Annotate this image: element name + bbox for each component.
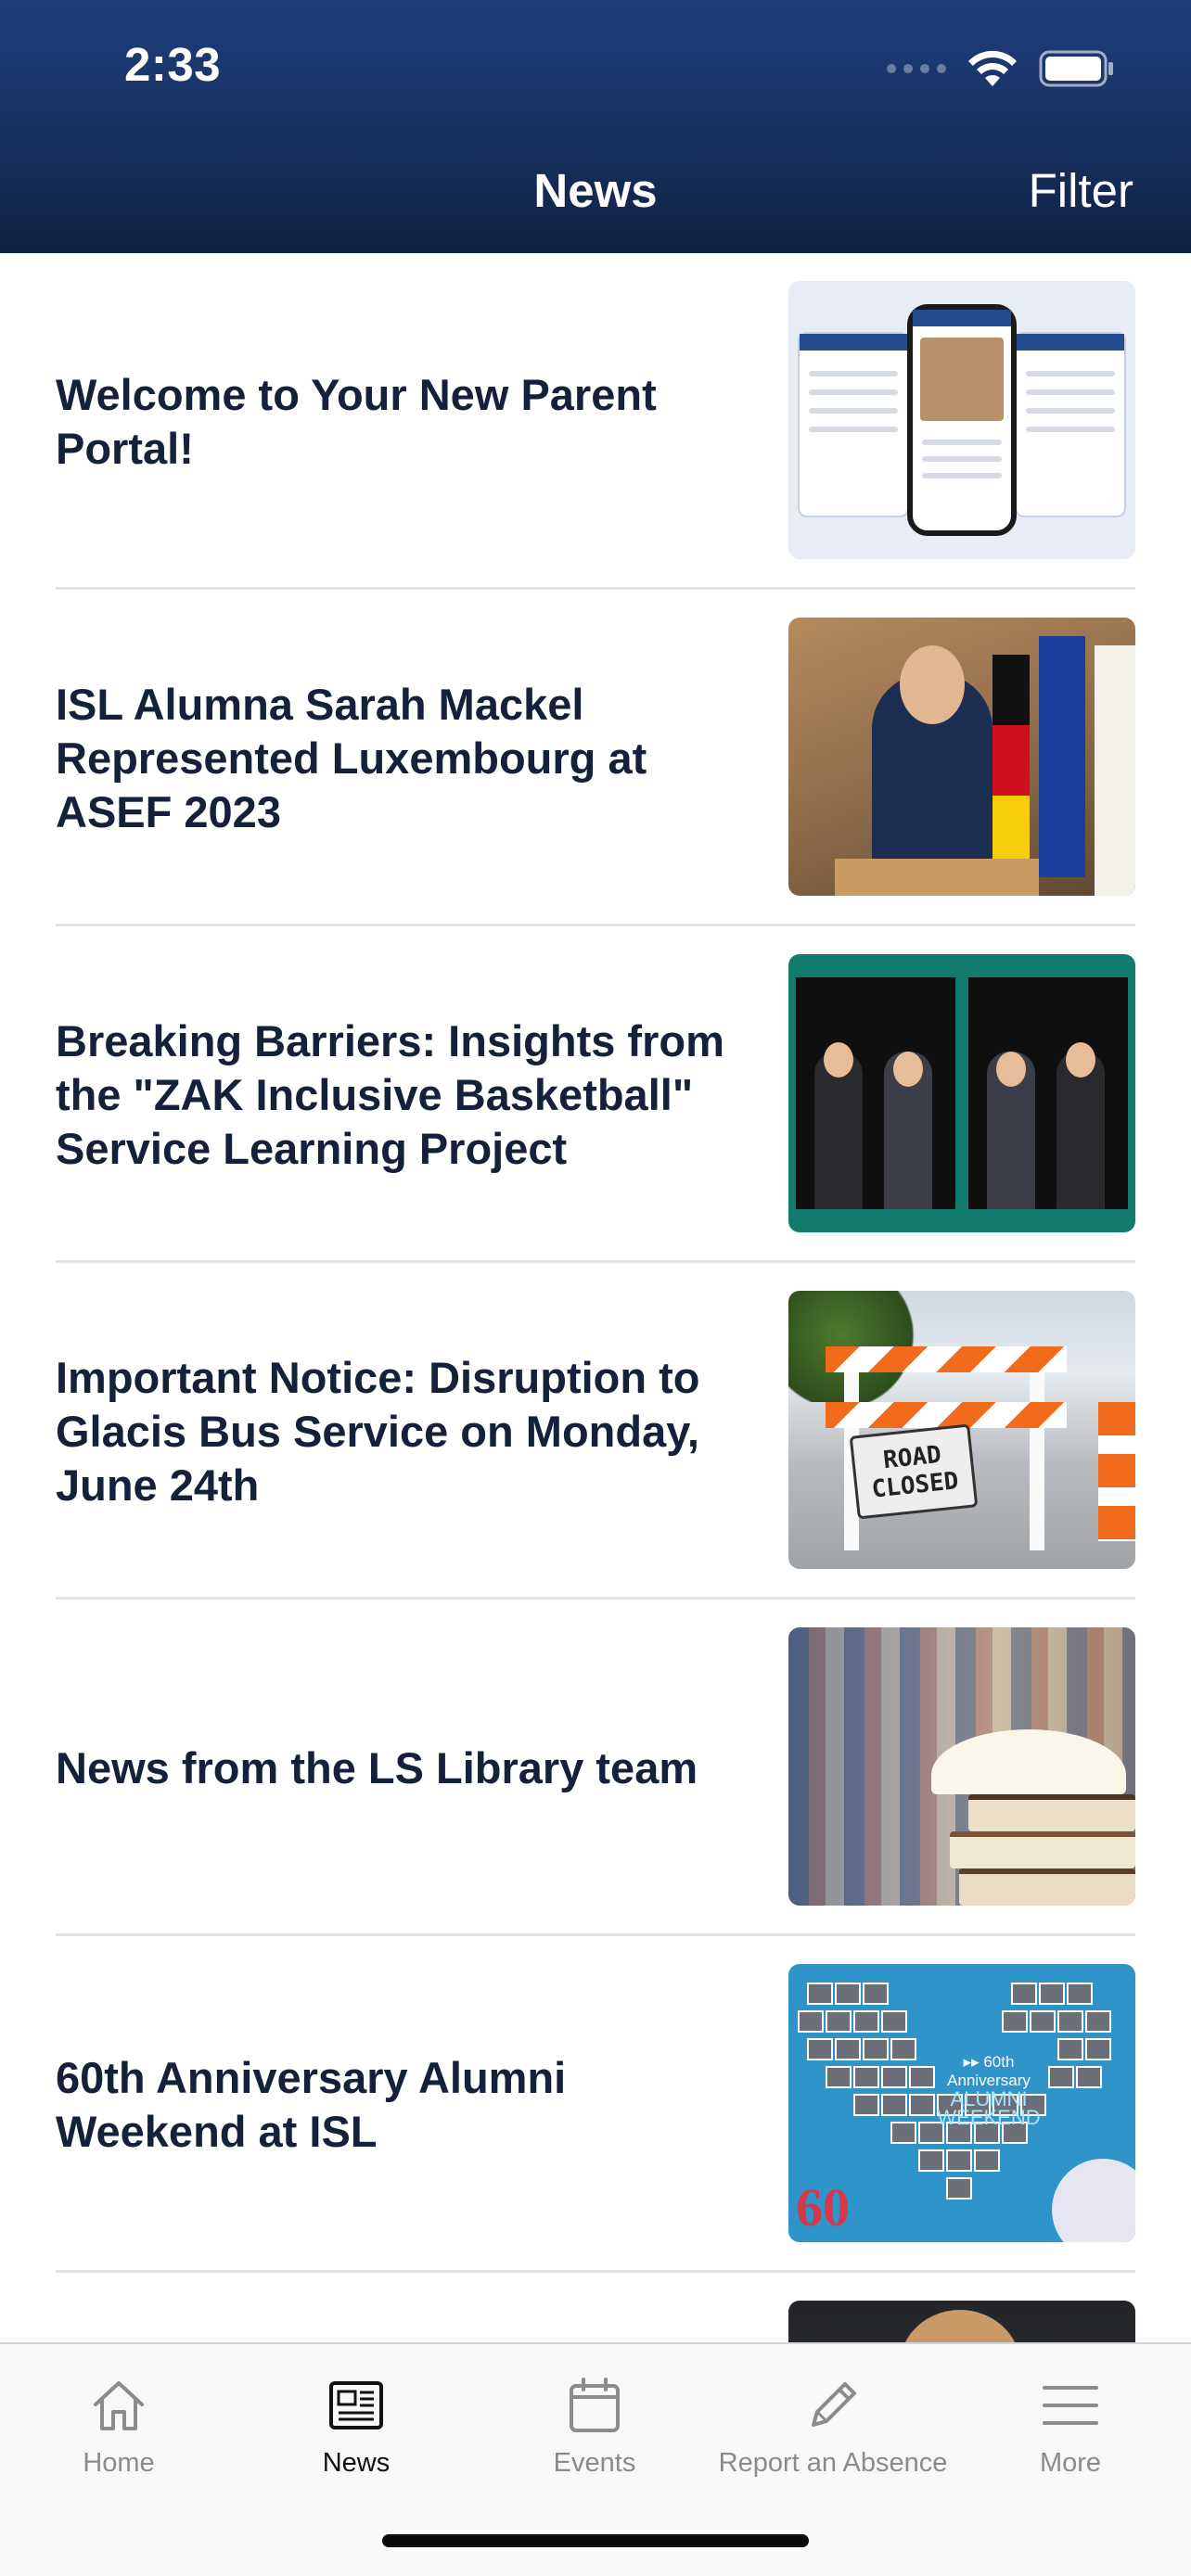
calendar-icon — [568, 2370, 621, 2441]
news-thumbnail-barriers — [788, 954, 1135, 1232]
news-item-title: Important Notice: Disruption to Glacis B… — [56, 1352, 700, 1510]
alumni-weekend-caption: ▸▸ 60th Anniversary ALUMNI WEEKEND — [937, 2053, 1041, 2129]
newspaper-icon — [327, 2370, 385, 2441]
road-closed-sign: ROAD CLOSED — [849, 1423, 979, 1520]
tab-label: Home — [83, 2448, 155, 2478]
tab-label: Events — [553, 2448, 636, 2478]
news-item-alumna[interactable]: ISL Alumna Sarah Mackel Represented Luxe… — [56, 590, 1135, 926]
news-item-title: 60th Anniversary Alumni Weekend at ISL — [56, 2052, 567, 2156]
news-item-alumni-weekend[interactable]: 60th Anniversary Alumni Weekend at ISL ▸… — [56, 1936, 1135, 2273]
tab-home[interactable]: Home — [0, 2370, 237, 2500]
app-screen: 2:33 News Filter Welcome to Your New Par… — [0, 0, 1191, 2576]
tab-events[interactable]: Events — [476, 2370, 713, 2500]
page-title: News — [533, 164, 658, 217]
news-thumbnail-library — [788, 1627, 1135, 1906]
home-indicator[interactable] — [382, 2534, 809, 2547]
news-item-title: Welcome to Your New Parent Portal! — [56, 369, 657, 473]
tab-more[interactable]: More — [952, 2370, 1189, 2500]
news-item-bus-notice[interactable]: Important Notice: Disruption to Glacis B… — [56, 1263, 1135, 1600]
tab-label: Report an Absence — [718, 2448, 948, 2478]
sixty-years-badge: 60 — [796, 2177, 850, 2238]
news-thumbnail-road-closed: ROAD CLOSED — [788, 1291, 1135, 1569]
tab-report-absence[interactable]: Report an Absence — [714, 2370, 952, 2500]
news-thumbnail-alumna — [788, 618, 1135, 896]
news-item-title: ISL Alumna Sarah Mackel Represented Luxe… — [56, 679, 647, 836]
tab-label: More — [1039, 2448, 1102, 2478]
tab-label: News — [322, 2448, 391, 2478]
news-item-portal[interactable]: Welcome to Your New Parent Portal! — [56, 253, 1135, 590]
tab-news[interactable]: News — [237, 2370, 475, 2500]
nav-header: 2:33 News Filter — [0, 0, 1191, 253]
status-icons — [887, 45, 1115, 93]
home-icon — [90, 2370, 147, 2441]
wifi-icon — [967, 49, 1018, 88]
battery-icon — [1039, 50, 1115, 87]
news-thumbnail-portal — [788, 281, 1135, 559]
cellular-signal-icon — [887, 64, 946, 73]
news-list: Welcome to Your New Parent Portal! ISL A… — [0, 253, 1191, 2576]
pencil-icon — [804, 2370, 862, 2441]
news-thumbnail-alumni-weekend: ▸▸ 60th Anniversary ALUMNI WEEKEND 60 — [788, 1964, 1135, 2242]
news-item-library[interactable]: News from the LS Library team — [56, 1600, 1135, 1936]
news-item-title: Breaking Barriers: Insights from the "ZA… — [56, 1015, 724, 1173]
status-time: 2:33 — [124, 38, 222, 91]
news-item-barriers[interactable]: Breaking Barriers: Insights from the "ZA… — [56, 926, 1135, 1263]
news-item-title: News from the LS Library team — [56, 1742, 698, 1792]
menu-icon — [1041, 2370, 1100, 2441]
filter-button[interactable]: Filter — [1029, 163, 1133, 218]
